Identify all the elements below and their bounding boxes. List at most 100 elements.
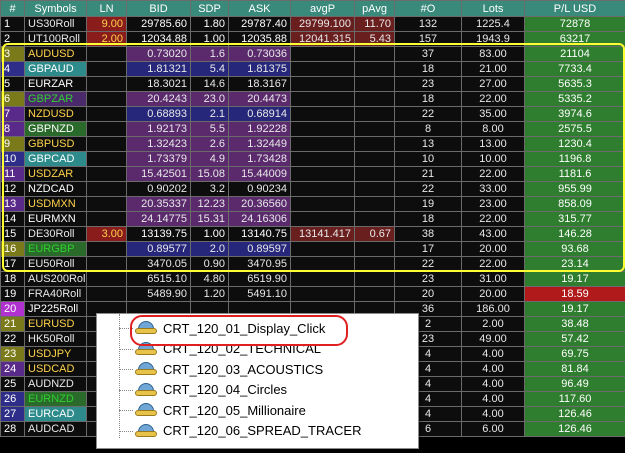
table-row[interactable]: 3 AUDUSD 0.73020 1.6 0.73036 37 83.00 21104	[0, 46, 625, 62]
symbol-cell[interactable]: AUDCAD	[24, 421, 87, 437]
lots-cell: 4.00	[461, 406, 525, 422]
sdp-cell: 14.6	[190, 76, 229, 92]
symbol-cell[interactable]: USDJPY	[24, 346, 87, 362]
table-row[interactable]: 9 GBPUSD 1.32423 2.6 1.32449 13 13.00 1230.4	[0, 136, 625, 152]
table-row[interactable]: 12 NZDCAD 0.90202 3.2 0.90234 22 33.00 955.99	[0, 181, 625, 197]
symbol-cell[interactable]: GBPAUD	[24, 61, 87, 77]
sdp-cell: 1.20	[190, 286, 229, 302]
avgp-cell	[290, 91, 355, 107]
tree-connector-tick	[119, 430, 133, 432]
ln-cell	[86, 151, 127, 167]
col-header-symbols[interactable]: Symbols	[24, 0, 87, 17]
lots-cell: 1225.4	[461, 16, 525, 32]
row-index-cell: 18	[0, 271, 25, 287]
orders-cell: 37	[394, 46, 462, 62]
col-header-sdp[interactable]: SDP	[190, 0, 229, 17]
symbol-cell[interactable]: AUS200Roll	[24, 271, 87, 287]
col-header-pl-usd[interactable]: P/L USD	[524, 0, 625, 17]
symbol-cell[interactable]: DE30Roll	[24, 226, 87, 242]
table-row[interactable]: 14 EURMXN 24.14775 15.31 24.16306 18 22.00 315.…	[0, 211, 625, 227]
table-row[interactable]: 16 EURGBP 0.89577 2.0 0.89597 17 20.00 93.68	[0, 241, 625, 257]
col-header-orders[interactable]: #O	[394, 0, 462, 17]
symbol-cell[interactable]: GBPCAD	[24, 151, 87, 167]
symbol-cell[interactable]: USDMXN	[24, 196, 87, 212]
orders-cell: 19	[394, 196, 462, 212]
pl-usd-cell: 126.46	[524, 406, 625, 422]
symbol-cell[interactable]: FRA40Roll	[24, 286, 87, 302]
symbol-cell[interactable]: EURZAR	[24, 76, 87, 92]
ask-cell: 6519.90	[228, 271, 291, 287]
symbol-cell[interactable]: EURGBP	[24, 241, 87, 257]
table-row[interactable]: 13 USDMXN 20.35337 12.23 20.36560 19 23.00 858.…	[0, 196, 625, 212]
lots-cell: 33.00	[461, 181, 525, 197]
script-menu-item[interactable]: CRT_120_03_ACOUSTICS	[135, 359, 323, 379]
table-row[interactable]: 6 GBPZAR 20.4243 23.0 20.4473 18 22.00 5335.2	[0, 91, 625, 107]
table-row[interactable]: 17 EU50Roll 3470.05 0.90 3470.95 22 22.00 23.14	[0, 256, 625, 272]
pavg-cell	[354, 196, 395, 212]
symbol-cell[interactable]: EURUSD	[24, 316, 87, 332]
table-row[interactable]: 2 UT100Roll 2.00 12034.88 1.00 12035.88 12041.…	[0, 31, 625, 47]
symbol-cell[interactable]: GBPZAR	[24, 91, 87, 107]
script-menu-item[interactable]: CRT_120_04_Circles	[135, 380, 287, 400]
table-row[interactable]: 10 GBPCAD 1.73379 4.9 1.73428 10 10.00 1196.8	[0, 151, 625, 167]
col-header-ln[interactable]: LN	[86, 0, 127, 17]
script-menu-label: CRT_120_06_SPREAD_TRACER	[163, 423, 362, 438]
table-row[interactable]: 8 GBPNZD 1.92173 5.5 1.92228 8 8.00 2575.5	[0, 121, 625, 137]
symbol-cell[interactable]: GBPUSD	[24, 136, 87, 152]
row-index-cell: 23	[0, 346, 25, 362]
table-row[interactable]: 18 AUS200Roll 6515.10 4.80 6519.90 23 31.00 19.…	[0, 271, 625, 287]
table-row[interactable]: 19 FRA40Roll 5489.90 1.20 5491.10 20 20.00 18.5…	[0, 286, 625, 302]
symbol-cell[interactable]: JP225Roll	[24, 301, 87, 317]
pl-usd-cell: 2575.5	[524, 121, 625, 137]
symbol-cell[interactable]: USDZAR	[24, 166, 87, 182]
symbol-cell[interactable]: EU50Roll	[24, 256, 87, 272]
col-header-ask[interactable]: ASK	[228, 0, 291, 17]
bid-cell: 1.81321	[126, 61, 191, 77]
symbol-cell[interactable]: USDCAD	[24, 361, 87, 377]
col-header-pavg[interactable]: pAvg	[354, 0, 395, 17]
script-menu-item[interactable]: CRT_120_05_Millionaire	[135, 400, 306, 420]
symbol-cell[interactable]: US30Roll	[24, 16, 87, 32]
symbol-cell[interactable]: EURMXN	[24, 211, 87, 227]
symbol-cell[interactable]: AUDNZD	[24, 376, 87, 392]
symbol-cell[interactable]: GBPNZD	[24, 121, 87, 137]
symbol-cell[interactable]: NZDUSD	[24, 106, 87, 122]
table-row[interactable]: 4 GBPAUD 1.81321 5.4 1.81375 18 21.00 7733.4	[0, 61, 625, 77]
orders-cell: 157	[394, 31, 462, 47]
symbol-cell[interactable]: AUDUSD	[24, 46, 87, 62]
table-row[interactable]: 11 USDZAR 15.42501 15.08 15.44009 21 22.00 1181…	[0, 166, 625, 182]
ln-cell	[86, 241, 127, 257]
table-row[interactable]: 15 DE30Roll 3.00 13139.75 1.00 13140.75 13141.…	[0, 226, 625, 242]
ask-cell: 12035.88	[228, 31, 291, 47]
row-index-cell: 7	[0, 106, 25, 122]
avgp-cell	[290, 136, 355, 152]
pl-usd-cell: 96.49	[524, 376, 625, 392]
symbol-cell[interactable]: EURCAD	[24, 406, 87, 422]
col-header-index[interactable]: #	[0, 0, 25, 17]
symbol-cell[interactable]: NZDCAD	[24, 181, 87, 197]
ask-cell: 3470.95	[228, 256, 291, 272]
col-header-lots[interactable]: Lots	[461, 0, 525, 17]
row-index-cell: 3	[0, 46, 25, 62]
pl-usd-cell: 146.28	[524, 226, 625, 242]
lots-cell: 22.00	[461, 166, 525, 182]
avgp-cell: 29799.100	[290, 16, 355, 32]
table-row[interactable]: 7 NZDUSD 0.68893 2.1 0.68914 22 35.00 3974.6	[0, 106, 625, 122]
script-menu-item[interactable]: CRT_120_06_SPREAD_TRACER	[135, 421, 361, 441]
pl-usd-cell: 93.68	[524, 241, 625, 257]
lots-cell: 23.00	[461, 196, 525, 212]
pavg-cell	[354, 61, 395, 77]
col-header-avgp[interactable]: avgP	[290, 0, 355, 17]
bid-cell: 12034.88	[126, 31, 191, 47]
ln-cell	[86, 61, 127, 77]
ln-cell	[86, 76, 127, 92]
lots-cell: 22.00	[461, 256, 525, 272]
symbol-cell[interactable]: HK50Roll	[24, 331, 87, 347]
table-row[interactable]: 5 EURZAR 18.3021 14.6 18.3167 23 27.00 5635.3	[0, 76, 625, 92]
symbol-cell[interactable]: EURNZD	[24, 391, 87, 407]
symbol-cell[interactable]: UT100Roll	[24, 31, 87, 47]
pl-usd-cell: 858.09	[524, 196, 625, 212]
lots-cell: 21.00	[461, 61, 525, 77]
table-row[interactable]: 1 US30Roll 9.00 29785.60 1.80 29787.40 29799.1…	[0, 16, 625, 32]
col-header-bid[interactable]: BID	[126, 0, 191, 17]
